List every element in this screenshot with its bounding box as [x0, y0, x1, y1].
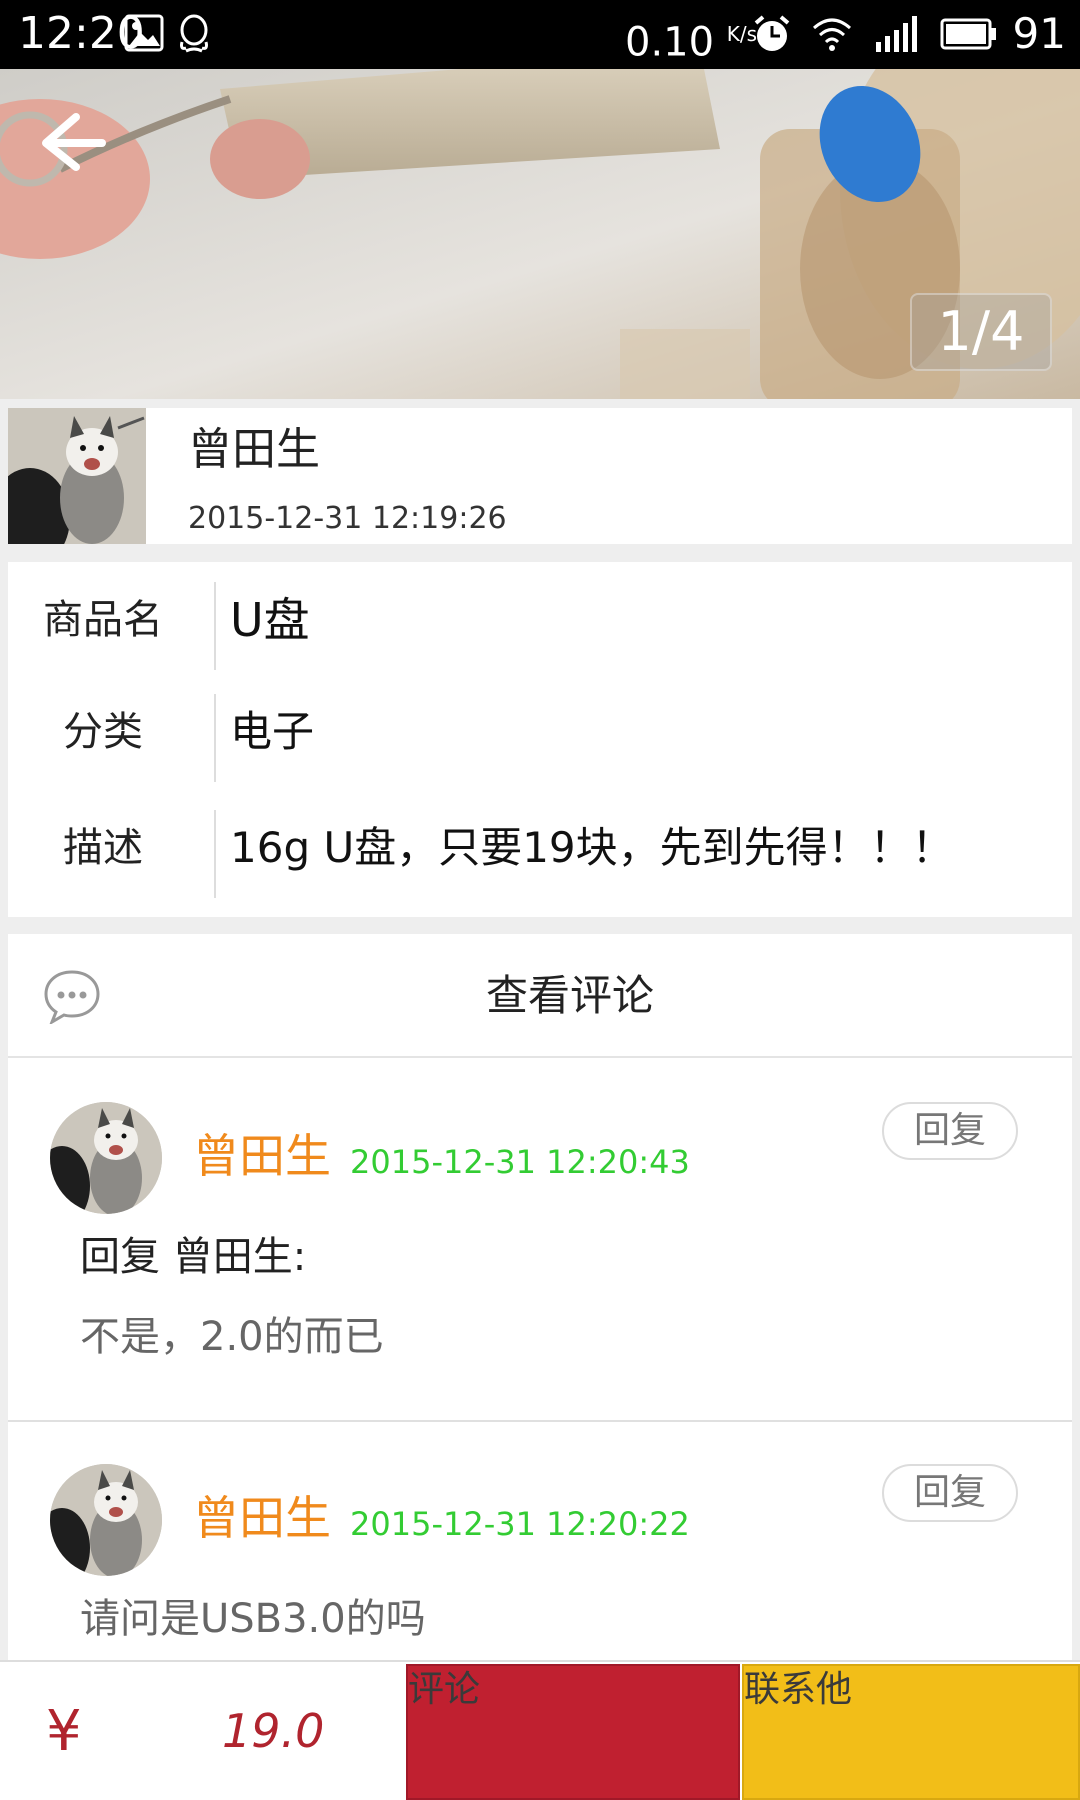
comments-title: 查看评论 [485, 971, 654, 1020]
contact-button-label: 联系他 [744, 1669, 853, 1710]
detail-value: 16g U盘，只要19块，先到先得！！！ [230, 823, 954, 872]
product-details: 商品名 U盘 分类 电子 描述 16g U盘，只要19块，先到先得！！！ [8, 562, 1072, 917]
reply-button[interactable]: 回复 [882, 1102, 1018, 1160]
commenter-avatar[interactable] [50, 1102, 162, 1214]
reply-button[interactable]: 回复 [882, 1464, 1018, 1522]
comment-time: 2015-12-31 12:20:43 [350, 1143, 690, 1181]
husky-avatar-image [50, 1464, 162, 1576]
alarm-icon [754, 15, 790, 51]
image-icon [124, 14, 164, 52]
detail-label: 商品名 [43, 597, 163, 643]
commenter-name: 曾田生 [193, 1129, 331, 1183]
detail-value: U盘 [230, 593, 310, 647]
comment-text: 请问是USB3.0的吗 [80, 1596, 426, 1642]
detail-row-category: 分类 电子 [8, 682, 1072, 782]
comment-button[interactable]: 评论 [406, 1664, 740, 1800]
commenter-avatar[interactable] [50, 1464, 162, 1576]
husky-avatar-image [8, 408, 146, 544]
comments-section: 查看评论 曾田生 2015-12-31 12:20:43 回复 回复 曾田生: … [8, 934, 1072, 1660]
battery-icon [940, 18, 996, 50]
divider [214, 582, 216, 670]
detail-row-name: 商品名 U盘 [8, 570, 1072, 670]
currency-symbol: ¥ [46, 1699, 82, 1764]
husky-avatar-image [50, 1102, 162, 1214]
comment-item: 曾田生 2015-12-31 12:20:43 回复 回复 曾田生: 不是，2.… [8, 1060, 1072, 1420]
comment-item: 曾田生 2015-12-31 12:20:22 回复 请问是USB3.0的吗 [8, 1422, 1072, 1660]
seller-card[interactable]: 曾田生 2015-12-31 12:19:26 [8, 408, 1072, 544]
seller-name: 曾田生 [188, 424, 320, 475]
status-bar: 12:20 0.10 K/s 91 [0, 0, 1080, 69]
comment-button-label: 评论 [408, 1669, 481, 1710]
price-value: 19.0 [222, 1704, 325, 1758]
detail-label: 分类 [63, 709, 143, 755]
net-speed: 0.10 K/s [625, 19, 758, 66]
product-photo-gallery[interactable]: 1/4 [0, 69, 1080, 399]
comment-time: 2015-12-31 12:20:22 [350, 1505, 690, 1543]
detail-value: 电子 [230, 707, 315, 756]
divider [214, 810, 216, 898]
photo-pager-indicator: 1/4 [910, 293, 1052, 371]
signal-icon [876, 16, 917, 52]
seller-avatar[interactable] [8, 408, 146, 544]
view-comments-header[interactable]: 查看评论 [8, 934, 1072, 1058]
detail-label: 描述 [63, 825, 143, 871]
wifi-icon [813, 18, 851, 51]
contact-seller-button[interactable]: 联系他 [742, 1664, 1080, 1800]
reply-to-label: 回复 曾田生: [80, 1234, 307, 1280]
battery-level: 91 [1012, 9, 1066, 58]
qq-icon [180, 14, 208, 53]
comment-text: 不是，2.0的而已 [80, 1314, 384, 1360]
bottom-action-bar: ¥ 19.0 评论 联系他 [0, 1660, 1080, 1800]
commenter-name: 曾田生 [193, 1491, 331, 1545]
seller-post-time: 2015-12-31 12:19:26 [188, 501, 507, 536]
divider [214, 694, 216, 782]
back-arrow-icon[interactable] [30, 105, 110, 175]
detail-row-description: 描述 16g U盘，只要19块，先到先得！！！ [8, 798, 1072, 898]
